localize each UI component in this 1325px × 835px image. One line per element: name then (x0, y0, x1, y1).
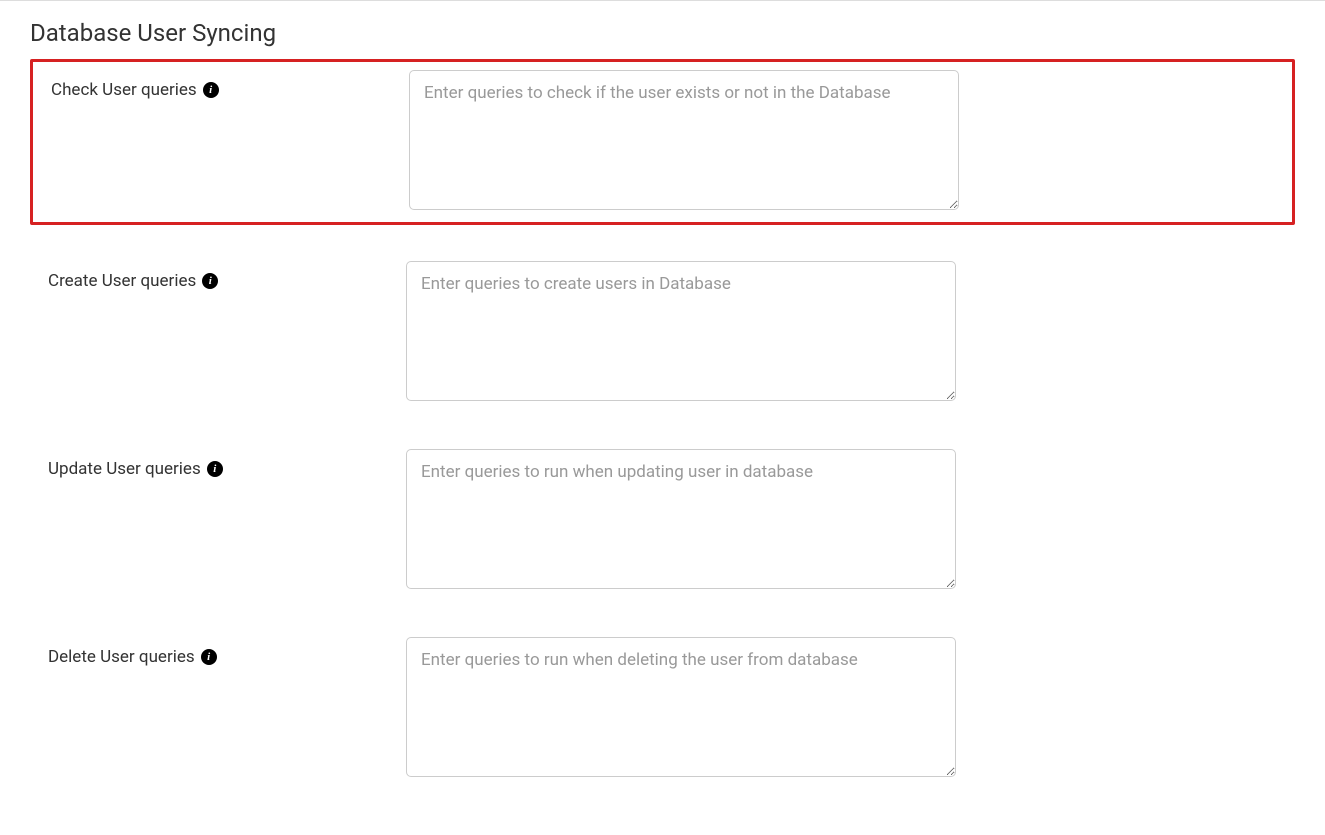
create-user-label-col: Create User queries i (36, 261, 406, 291)
create-user-textarea[interactable] (406, 261, 956, 401)
form-container: Database User Syncing Check User queries… (0, 1, 1325, 835)
check-user-label-col: Check User queries i (39, 70, 409, 100)
update-user-row: Update User queries i (30, 441, 1295, 601)
create-user-row: Create User queries i (30, 253, 1295, 413)
check-user-label: Check User queries (51, 80, 197, 100)
delete-user-textarea[interactable] (406, 637, 956, 777)
update-user-label: Update User queries (48, 459, 201, 479)
section-title: Database User Syncing (30, 19, 1295, 47)
create-user-label: Create User queries (48, 271, 196, 291)
info-icon[interactable]: i (203, 82, 219, 98)
delete-user-row: Delete User queries i (30, 629, 1295, 789)
delete-user-label-col: Delete User queries i (36, 637, 406, 667)
delete-user-label: Delete User queries (48, 647, 195, 667)
info-icon[interactable]: i (201, 649, 217, 665)
update-user-textarea[interactable] (406, 449, 956, 589)
check-user-textarea[interactable] (409, 70, 959, 210)
update-user-input-col (406, 449, 956, 593)
check-user-input-col (409, 70, 959, 214)
check-user-row: Check User queries i (30, 59, 1295, 225)
delete-user-input-col (406, 637, 956, 781)
info-icon[interactable]: i (202, 273, 218, 289)
update-user-label-col: Update User queries i (36, 449, 406, 479)
info-icon[interactable]: i (207, 461, 223, 477)
create-user-input-col (406, 261, 956, 405)
